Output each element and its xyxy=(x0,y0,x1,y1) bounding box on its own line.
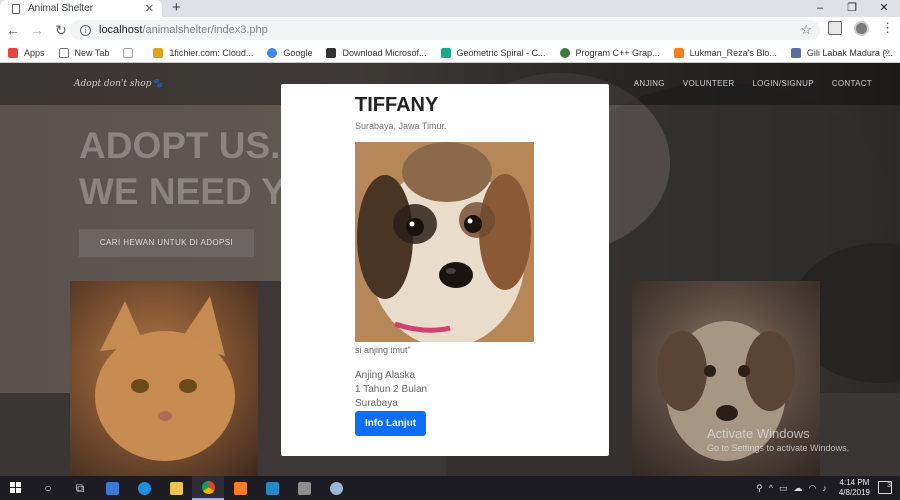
windows-logo-icon xyxy=(10,482,21,493)
menu-item-contact[interactable]: CONTACT xyxy=(832,79,872,88)
bookmark-lukman-blog[interactable]: Lukman_Reza's Blo... xyxy=(673,47,777,58)
paint-icon[interactable] xyxy=(320,476,352,500)
microsoft-icon xyxy=(326,47,337,58)
volume-icon[interactable]: ♪ xyxy=(822,483,827,493)
activate-windows-watermark: Activate Windows Go to Settings to activ… xyxy=(707,426,849,453)
bookmark-star-icon[interactable]: ☆ xyxy=(800,22,812,38)
browser-tab[interactable]: Animal Shelter ✕ xyxy=(0,0,162,17)
close-tab-icon[interactable]: ✕ xyxy=(145,2,154,15)
onedrive-icon[interactable]: ☁ xyxy=(794,483,803,494)
bookmark-apps[interactable]: Apps xyxy=(8,47,45,58)
profile-avatar-icon[interactable] xyxy=(854,20,869,36)
blogger-icon xyxy=(673,47,684,58)
watermark-subtitle: Go to Settings to activate Windows. xyxy=(707,443,850,453)
menu-item-login-signup[interactable]: LOGIN/SIGNUP xyxy=(752,79,813,88)
bookmark-blank[interactable] xyxy=(123,47,139,58)
program-icon xyxy=(559,47,570,58)
bookmark-gili-labak[interactable]: Gili Labak Madura (... xyxy=(790,47,893,58)
gem-icon xyxy=(440,47,451,58)
url-host: localhost xyxy=(99,24,143,36)
headline-line-1: ADOPT US. xyxy=(79,125,281,166)
watermark-title: Activate Windows xyxy=(707,426,810,441)
clock[interactable]: 4:14 PM 4/8/2019 xyxy=(839,478,870,498)
info-lanjut-button[interactable]: Info Lanjut xyxy=(355,411,426,436)
browser-toolbar: ← → ↻ i localhost/animalshelter/index3.p… xyxy=(0,17,900,43)
store-icon[interactable] xyxy=(96,476,128,500)
landscape-icon xyxy=(790,47,801,58)
page-icon xyxy=(58,47,69,58)
minimize-icon[interactable]: – xyxy=(804,0,836,17)
task-view-icon[interactable]: ⧉ xyxy=(64,476,96,500)
start-windows-icon[interactable] xyxy=(0,476,32,500)
notification-center-icon[interactable]: 3 xyxy=(878,481,892,494)
pet-age: 1 Tahun 2 Bulan xyxy=(355,384,428,395)
back-icon[interactable]: ← xyxy=(2,22,24,38)
vscode-icon[interactable] xyxy=(256,476,288,500)
bookmarks-overflow-icon[interactable]: » xyxy=(884,46,890,58)
pet-city: Surabaya xyxy=(355,398,398,409)
headline-line-2: WE NEED Y xyxy=(79,171,286,212)
site-info-icon[interactable]: i xyxy=(80,24,91,36)
page-icon xyxy=(12,3,20,14)
url-path: /animalshelter/index3.php xyxy=(142,24,268,36)
battery-icon[interactable]: ▭ xyxy=(779,483,788,494)
1fichier-icon xyxy=(153,47,164,58)
bookmarks-bar: Apps New Tab 1fichier.com: Cloud... Goog… xyxy=(0,43,900,63)
close-window-icon[interactable]: ✕ xyxy=(868,0,900,17)
site-brand[interactable]: Adopt don't shop🐾 xyxy=(74,79,163,89)
page-icon xyxy=(123,47,134,58)
search-circle-icon[interactable]: ○ xyxy=(32,476,64,500)
new-tab-button[interactable]: + xyxy=(172,0,181,16)
bookmark-geometric-spiral[interactable]: Geometric Spiral - C... xyxy=(440,47,546,58)
bookmark-download-microsoft[interactable]: Download Microsof... xyxy=(326,47,427,58)
restore-icon[interactable]: ❐ xyxy=(836,0,868,17)
bookmark-google[interactable]: Google xyxy=(267,47,312,58)
find-pet-button[interactable]: CARI HEWAN UNTUK DI ADOPSI xyxy=(79,229,254,257)
reload-icon[interactable]: ↻ xyxy=(50,22,72,39)
cat-photo xyxy=(95,296,235,461)
pet-name: TIFFANY xyxy=(355,94,439,116)
notification-count: 3 xyxy=(887,482,891,489)
bookmark-1fichier[interactable]: 1fichier.com: Cloud... xyxy=(153,47,253,58)
show-hidden-icon[interactable]: ^ xyxy=(769,483,773,493)
menu-item-volunteer[interactable]: VOLUNTEER xyxy=(683,79,735,88)
url-text[interactable]: localhost/animalshelter/index3.php xyxy=(99,24,268,36)
pet-caption: si anjing imut" xyxy=(355,345,411,355)
system-tray: ⚲ ^ ▭ ☁ ◠ ♪ 4:14 PM 4/8/2019 xyxy=(756,476,870,500)
puppy-image xyxy=(355,142,534,342)
windows-taskbar: ○ ⧉ ⚲ ^ ▭ ☁ ◠ ♪ 4:14 PM 4/8/2019 3 xyxy=(0,476,900,500)
toolbar-right: ⋮ xyxy=(828,20,894,36)
xampp-icon[interactable] xyxy=(224,476,256,500)
media-app-icon[interactable] xyxy=(288,476,320,500)
edge-icon[interactable] xyxy=(128,476,160,500)
menu-kebab-icon[interactable]: ⋮ xyxy=(881,20,894,36)
pet-detail-modal: TIFFANY Surabaya, Jawa Timur. si anjing … xyxy=(281,84,609,456)
clock-date: 4/8/2019 xyxy=(838,488,870,497)
pet-photo xyxy=(355,142,534,342)
wifi-icon[interactable]: ◠ xyxy=(809,483,817,494)
hero-headline: ADOPT US. WE NEED Y xyxy=(79,123,286,215)
google-icon xyxy=(267,47,278,58)
forward-icon[interactable]: → xyxy=(26,22,48,38)
tab-strip: Animal Shelter ✕ + – ❐ ✕ xyxy=(0,0,900,17)
address-bar[interactable]: i localhost/animalshelter/index3.php ☆ xyxy=(70,20,820,40)
cat-card[interactable] xyxy=(70,281,258,476)
site-menu: ANJING VOLUNTEER LOGIN/SIGNUP CONTACT xyxy=(580,79,872,88)
menu-item-anjing[interactable]: ANJING xyxy=(634,79,665,88)
chrome-icon[interactable] xyxy=(192,476,224,500)
window-controls: – ❐ ✕ xyxy=(804,0,900,17)
bookmark-program-cpp[interactable]: Program C++ Grap... xyxy=(559,47,660,58)
clock-time: 4:14 PM xyxy=(839,478,870,487)
people-icon[interactable]: ⚲ xyxy=(756,483,763,494)
tab-title: Animal Shelter xyxy=(28,3,94,14)
bookmark-new-tab[interactable]: New Tab xyxy=(58,47,109,58)
apps-grid-icon xyxy=(8,47,18,58)
pet-location: Surabaya, Jawa Timur. xyxy=(355,121,447,131)
pet-breed: Anjing Alaska xyxy=(355,370,416,381)
extension-icon[interactable] xyxy=(828,21,842,35)
file-explorer-icon[interactable] xyxy=(160,476,192,500)
